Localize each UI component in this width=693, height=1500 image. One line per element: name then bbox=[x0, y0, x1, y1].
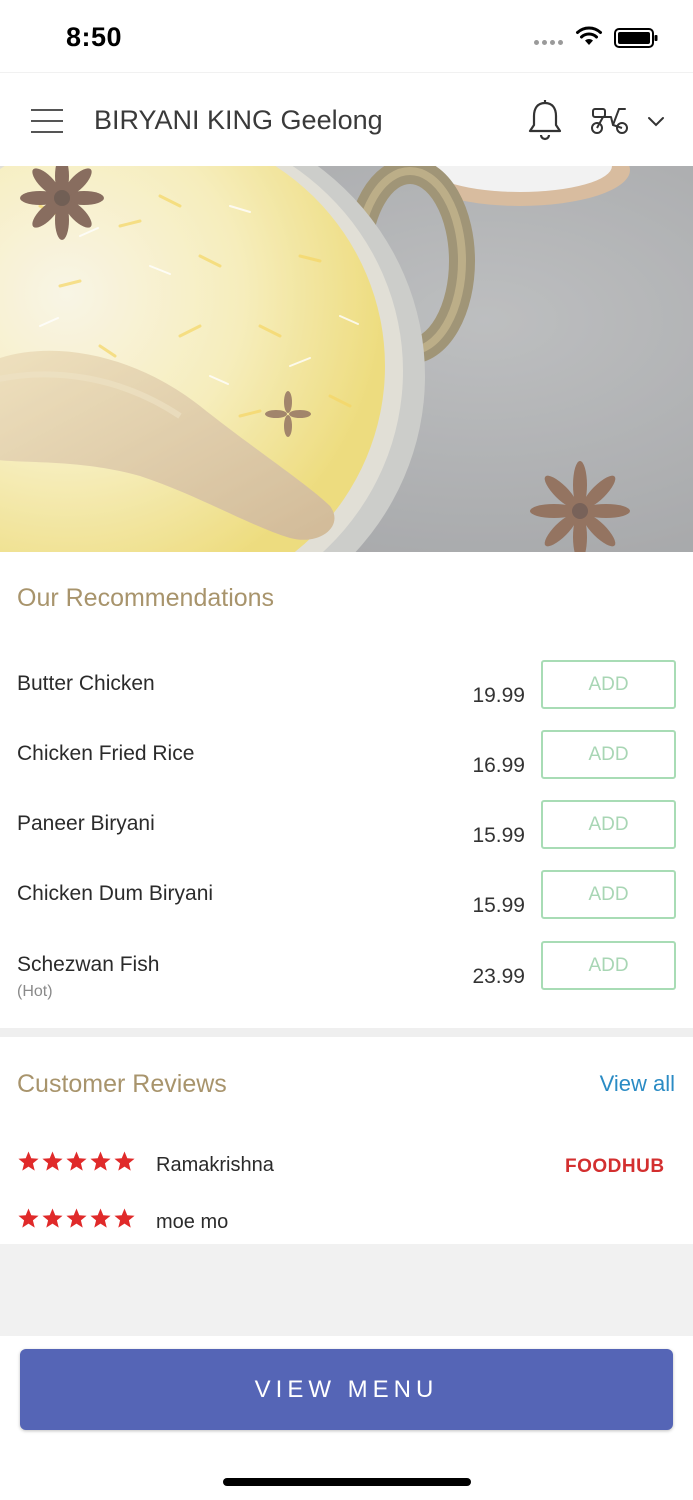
item-price: 23.99 bbox=[472, 965, 525, 988]
star-icon bbox=[18, 1208, 39, 1228]
home-indicator[interactable] bbox=[223, 1478, 471, 1486]
add-button[interactable]: ADD bbox=[541, 870, 676, 919]
star-rating bbox=[17, 1207, 136, 1230]
scooter-icon[interactable] bbox=[589, 103, 631, 137]
reviewer-name: moe mo bbox=[156, 1211, 229, 1233]
star-icon bbox=[90, 1208, 111, 1228]
review-item: Ramakrishna FOODHUB bbox=[0, 1150, 693, 1190]
star-icon bbox=[114, 1151, 135, 1171]
hamburger-menu-icon[interactable] bbox=[31, 109, 63, 133]
section-divider bbox=[0, 1028, 693, 1037]
review-item: moe mo bbox=[0, 1207, 693, 1247]
item-price: 19.99 bbox=[472, 684, 525, 707]
item-name: Chicken Dum Biryani bbox=[17, 882, 214, 905]
item-name: Chicken Fried Rice bbox=[17, 742, 195, 765]
chevron-down-icon[interactable] bbox=[646, 115, 666, 129]
star-rating bbox=[17, 1150, 136, 1173]
star-icon bbox=[66, 1151, 87, 1171]
foodhub-logo: FOODHUB bbox=[565, 1156, 665, 1177]
spacer-area bbox=[0, 1244, 693, 1336]
star-icon bbox=[90, 1151, 111, 1171]
item-price: 15.99 bbox=[472, 894, 525, 917]
item-price: 16.99 bbox=[472, 754, 525, 777]
wifi-icon bbox=[576, 26, 602, 45]
hero-food-image bbox=[0, 166, 693, 552]
item-spice-note: (Hot) bbox=[17, 983, 53, 1000]
status-bar: 8:50 bbox=[0, 0, 693, 72]
status-time: 8:50 bbox=[66, 22, 123, 52]
star-icon bbox=[66, 1208, 87, 1228]
view-all-reviews-link[interactable]: View all bbox=[580, 1071, 675, 1097]
recommendations-title: Our Recommendations bbox=[17, 584, 275, 612]
add-button[interactable]: ADD bbox=[541, 800, 676, 849]
star-icon bbox=[42, 1208, 63, 1228]
add-button[interactable]: ADD bbox=[541, 730, 676, 779]
item-name: Schezwan Fish bbox=[17, 953, 160, 976]
add-button[interactable]: ADD bbox=[541, 941, 676, 990]
bell-icon[interactable] bbox=[526, 99, 564, 141]
star-icon bbox=[18, 1151, 39, 1171]
star-icon bbox=[42, 1151, 63, 1171]
list-item: Schezwan Fish (Hot) 23.99 ADD bbox=[0, 941, 693, 1023]
star-icon bbox=[114, 1208, 135, 1228]
item-name: Butter Chicken bbox=[17, 672, 155, 695]
app-header: BIRYANI KING Geelong bbox=[0, 72, 693, 166]
view-menu-button[interactable]: VIEW MENU bbox=[20, 1349, 673, 1430]
item-name: Paneer Biryani bbox=[17, 812, 155, 835]
battery-icon bbox=[614, 28, 658, 48]
add-button[interactable]: ADD bbox=[541, 660, 676, 709]
reviews-title: Customer Reviews bbox=[17, 1070, 227, 1098]
restaurant-title: BIRYANI KING Geelong bbox=[94, 105, 383, 135]
cellular-signal-icon bbox=[534, 40, 563, 45]
reviewer-name: Ramakrishna bbox=[156, 1154, 274, 1176]
item-price: 15.99 bbox=[472, 824, 525, 847]
